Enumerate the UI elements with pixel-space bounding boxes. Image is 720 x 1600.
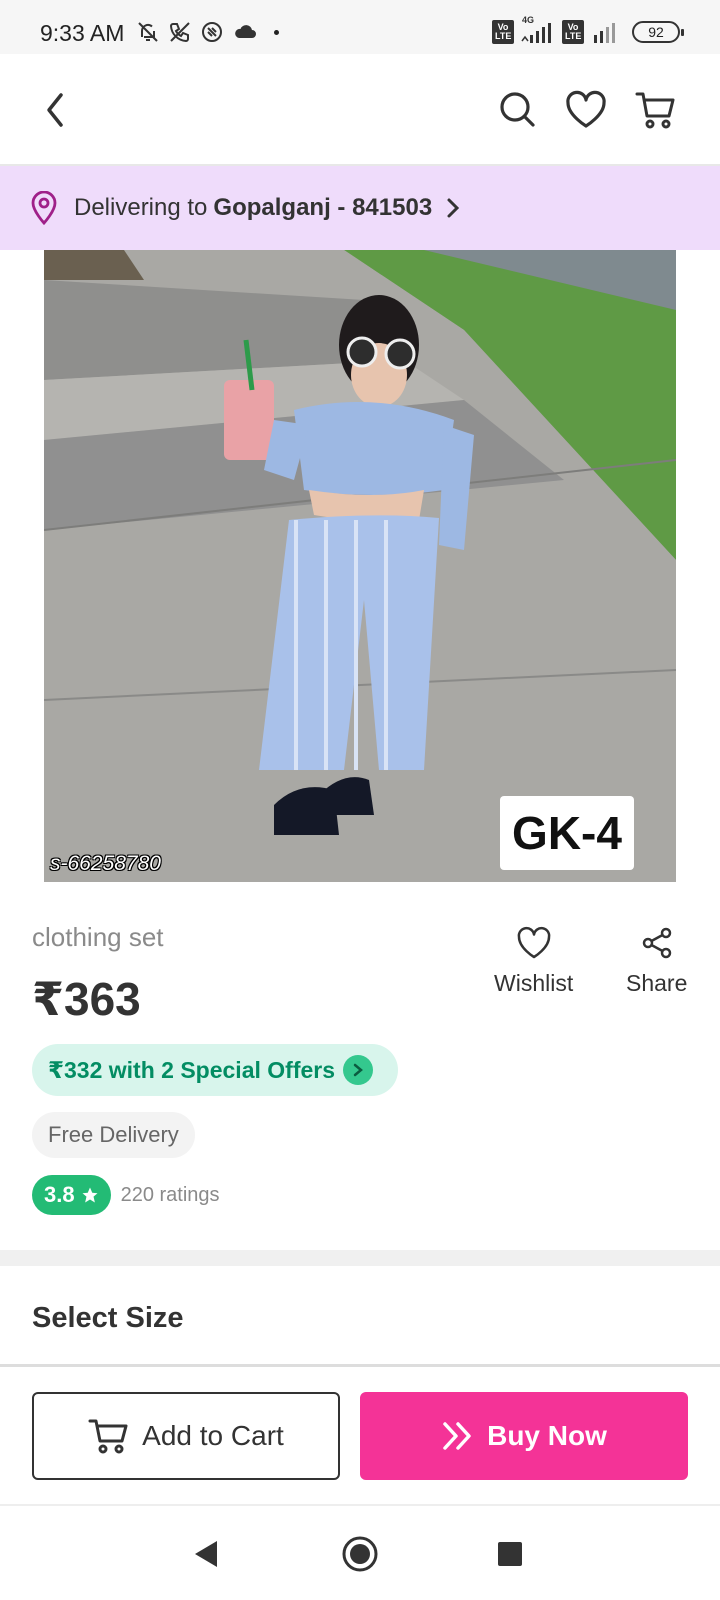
system-back-button[interactable] bbox=[186, 1534, 226, 1574]
add-to-cart-label: Add to Cart bbox=[142, 1420, 284, 1451]
product-name: clothing set bbox=[32, 922, 164, 952]
double-chevron-right-icon bbox=[443, 1422, 471, 1450]
search-icon bbox=[500, 92, 535, 127]
back-button[interactable] bbox=[34, 88, 78, 132]
system-nav-bar bbox=[0, 1506, 720, 1600]
buy-now-button[interactable]: Buy Now bbox=[360, 1392, 688, 1480]
delivery-location: Gopalganj - 841503 bbox=[213, 194, 433, 221]
wishlist-button[interactable]: Wishlist bbox=[494, 926, 573, 997]
share-label: Share bbox=[626, 970, 688, 996]
status-bar: 9:33 AM Vo LTE 4G Vo LTE 92 bbox=[0, 0, 720, 54]
product-code: s-66258780 bbox=[50, 852, 161, 875]
cart-icon bbox=[635, 92, 675, 129]
cloud-icon bbox=[235, 25, 256, 38]
volte-badge-sim1: Vo LTE bbox=[492, 20, 514, 44]
special-offers-pill[interactable]: ₹332 with 2 Special Offers bbox=[32, 1044, 398, 1096]
back-arrow-icon bbox=[47, 93, 63, 127]
back-triangle-icon bbox=[195, 1541, 217, 1567]
status-notification-icons bbox=[136, 18, 279, 46]
size-section-rule bbox=[0, 1364, 720, 1367]
rating-value: 3.8 bbox=[44, 1182, 75, 1207]
search-button[interactable] bbox=[496, 88, 540, 132]
buy-now-label: Buy Now bbox=[487, 1420, 607, 1451]
system-home-button[interactable] bbox=[340, 1534, 380, 1574]
rating-badge: 3.8 bbox=[32, 1175, 111, 1215]
heart-icon bbox=[517, 926, 550, 959]
no-calls-icon bbox=[169, 22, 190, 43]
battery-indicator: 92 bbox=[632, 21, 684, 43]
select-size-title: Select Size bbox=[32, 1302, 184, 1334]
delivery-prefix: Delivering to bbox=[74, 194, 208, 221]
bell-off-icon bbox=[138, 22, 158, 42]
location-pin-icon bbox=[31, 191, 57, 225]
signal-icon-sim1: 4G bbox=[520, 15, 556, 45]
rating-row: 3.8 220 ratings bbox=[32, 1175, 220, 1215]
product-tag: GK-4 bbox=[500, 796, 634, 870]
home-circle-icon bbox=[342, 1536, 378, 1572]
recents-square-icon bbox=[498, 1542, 522, 1566]
share-icon bbox=[642, 927, 671, 959]
system-recents-button[interactable] bbox=[490, 1534, 530, 1574]
status-dot bbox=[274, 29, 279, 35]
product-photo bbox=[44, 250, 676, 882]
product-price: ₹363 bbox=[32, 973, 141, 1025]
chevron-right-icon bbox=[343, 1055, 374, 1085]
add-to-cart-button[interactable]: Add to Cart bbox=[32, 1392, 340, 1480]
screen-share-icon bbox=[202, 22, 222, 42]
free-delivery-badge: Free Delivery bbox=[32, 1112, 195, 1158]
cart-button[interactable] bbox=[634, 88, 678, 132]
cart-icon bbox=[88, 1419, 128, 1454]
star-icon bbox=[82, 1187, 98, 1203]
heart-icon bbox=[566, 90, 606, 128]
product-image[interactable]: s-66258780 GK-4 bbox=[44, 250, 676, 882]
offer-text: ₹332 with 2 Special Offers bbox=[48, 1056, 336, 1083]
top-nav bbox=[0, 54, 720, 166]
status-system-icons: Vo LTE 4G Vo LTE 92 bbox=[492, 15, 684, 46]
chevron-right-icon bbox=[447, 198, 460, 218]
delivery-location-banner[interactable]: Delivering to Gopalganj - 841503 bbox=[0, 166, 720, 250]
signal-icon-sim2 bbox=[594, 23, 615, 43]
wishlist-nav-button[interactable] bbox=[564, 88, 608, 132]
rating-count: 220 ratings bbox=[120, 1183, 220, 1206]
volte-badge-sim2: Vo LTE bbox=[562, 20, 584, 44]
wishlist-label: Wishlist bbox=[494, 970, 574, 996]
status-time: 9:33 AM bbox=[40, 20, 125, 46]
share-button[interactable]: Share bbox=[626, 926, 687, 997]
section-divider bbox=[0, 1250, 720, 1266]
